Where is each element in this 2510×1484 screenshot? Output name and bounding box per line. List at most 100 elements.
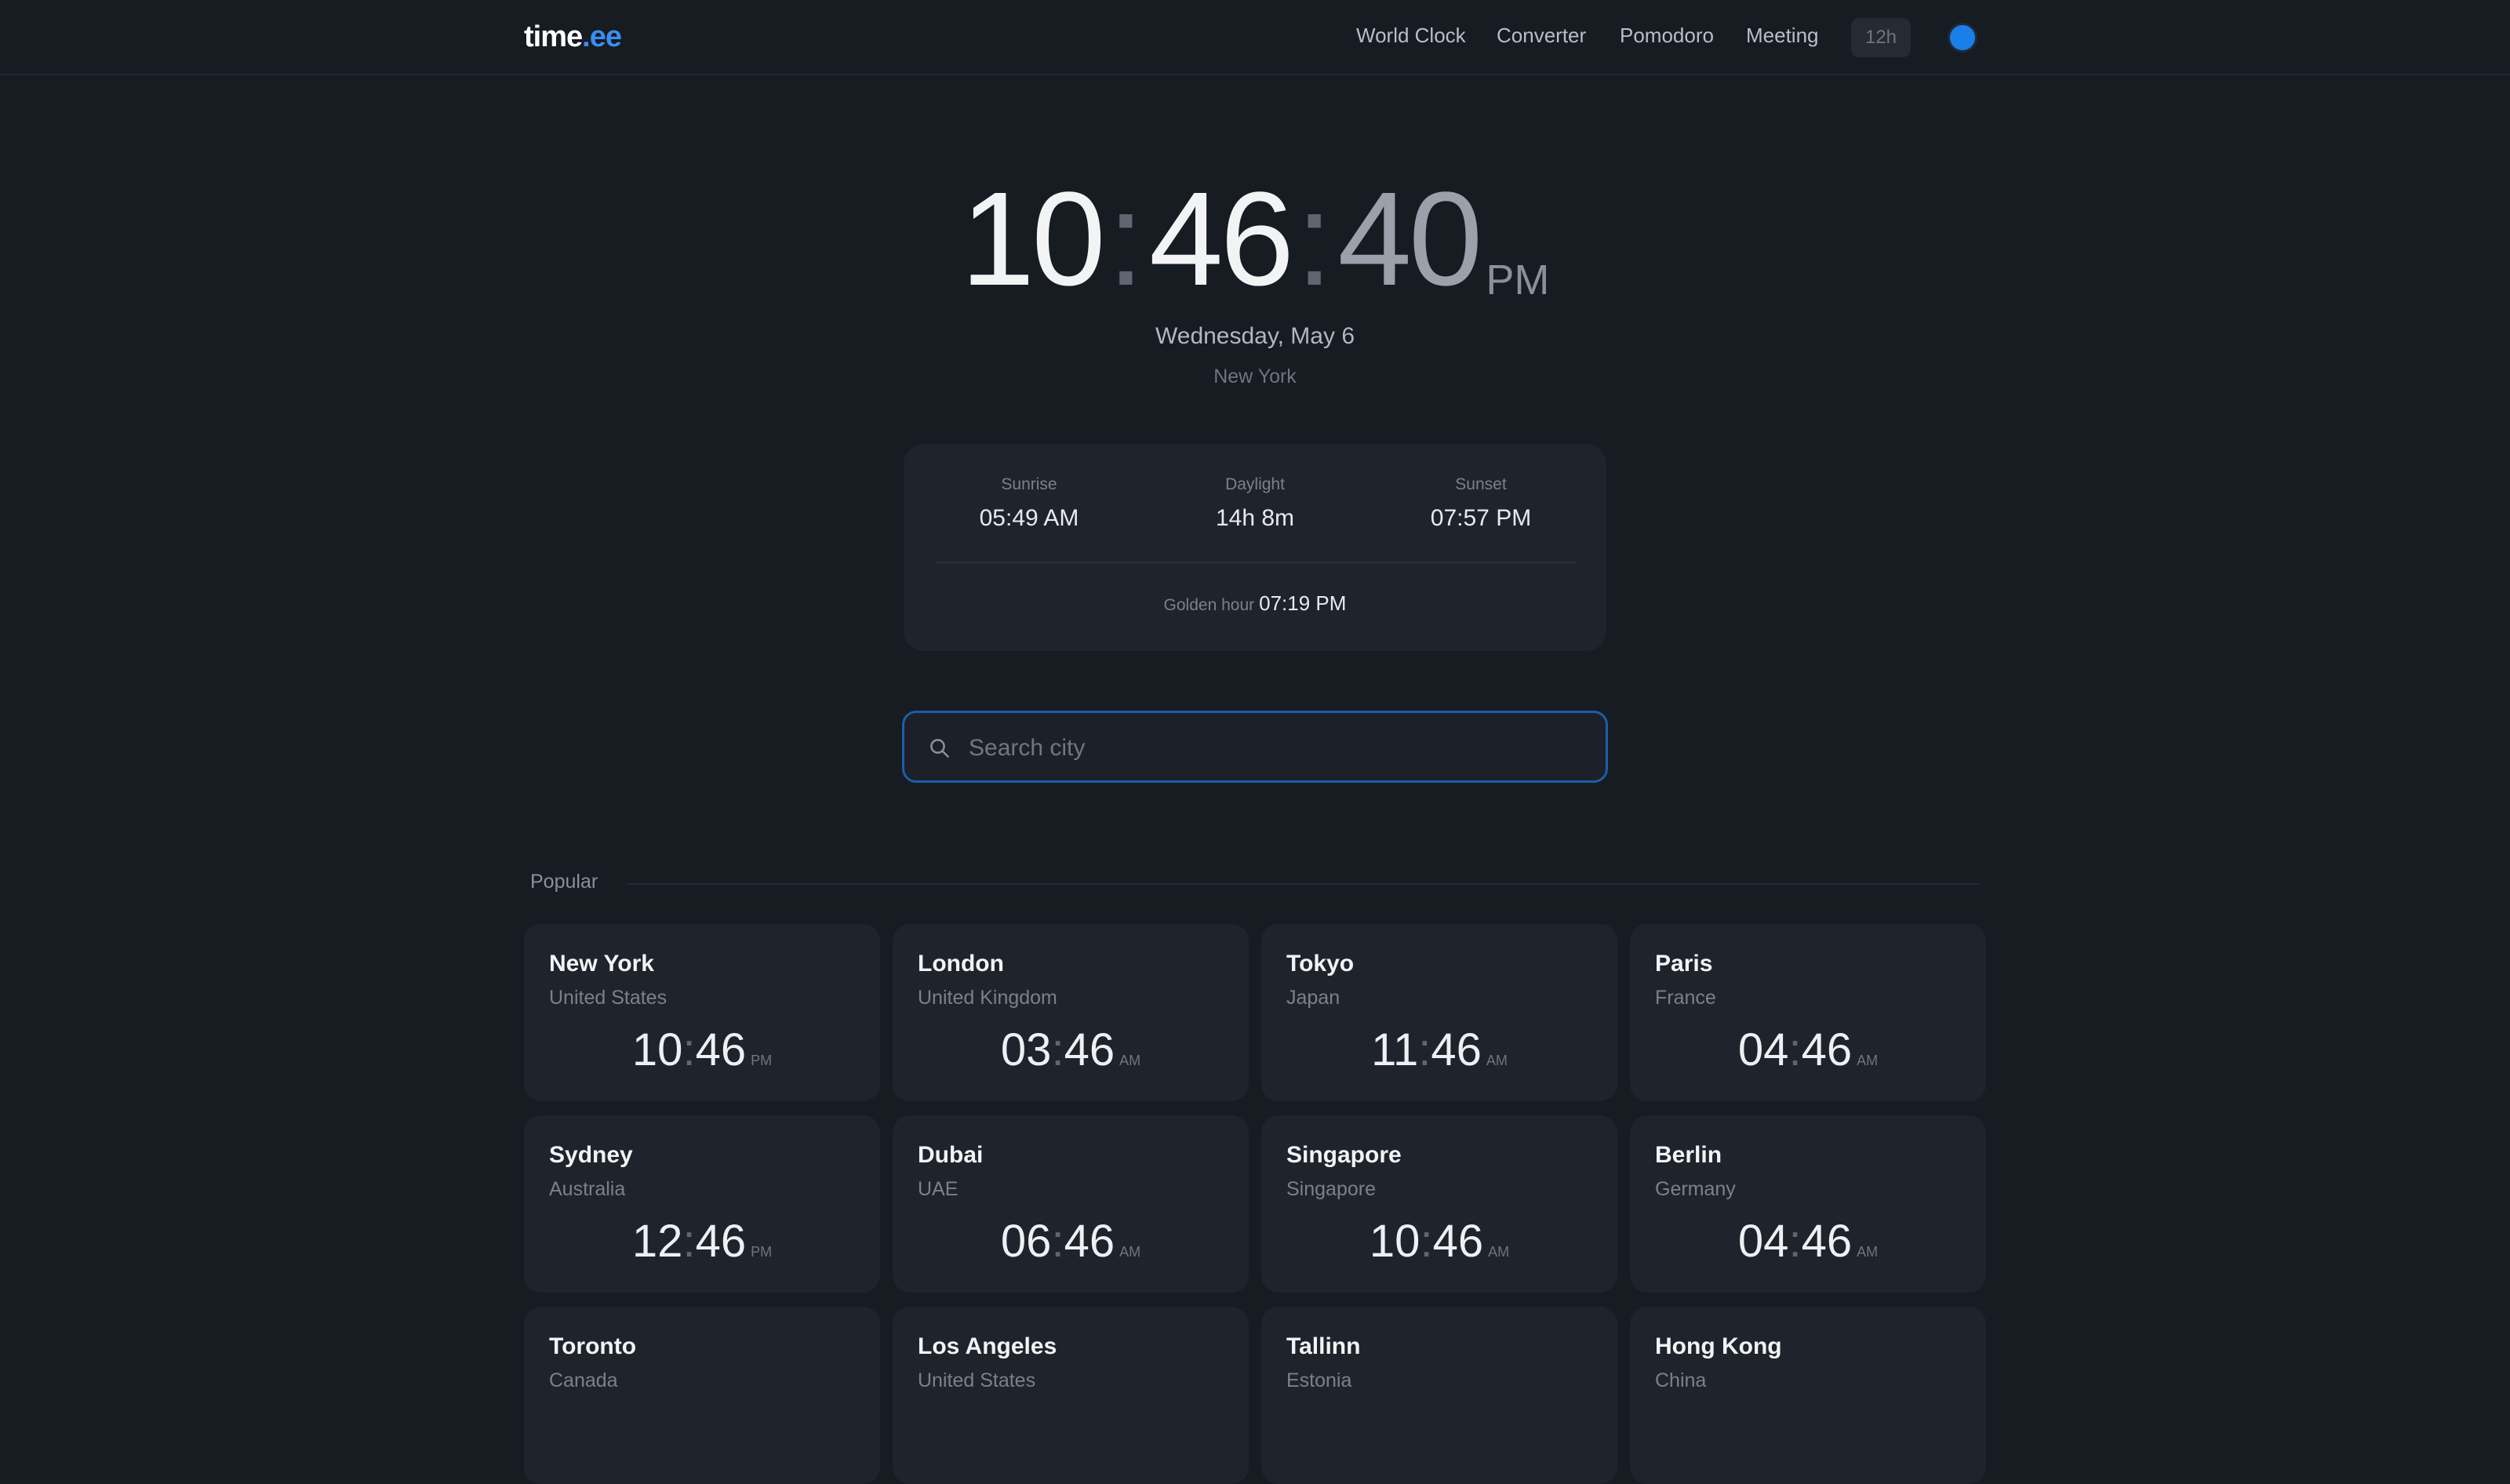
city-hours: 03 (1000, 1024, 1052, 1075)
city-card-sydney[interactable]: Sydney Australia 12:46 PM (524, 1115, 880, 1293)
section-divider (628, 883, 1980, 885)
city-time: 12:46 PM (524, 1219, 880, 1264)
city-card-paris[interactable]: Paris France 04:46 AM (1630, 924, 1986, 1101)
city-ampm: AM (1857, 1244, 1879, 1260)
city-card-singapore[interactable]: Singapore Singapore 10:46 AM (1261, 1115, 1617, 1293)
clock-hours: 10 (960, 165, 1106, 314)
city-country: China (1655, 1369, 1707, 1391)
sunset-block: Sunset 07:57 PM (1371, 475, 1591, 532)
city-ampm: AM (1857, 1053, 1879, 1068)
city-card-toronto[interactable]: Toronto Canada (524, 1307, 880, 1484)
city-minutes: 46 (1064, 1024, 1115, 1075)
city-card-berlin[interactable]: Berlin Germany 04:46 AM (1630, 1115, 1986, 1293)
city-minutes: 46 (695, 1024, 747, 1075)
time-colon: : (1051, 1024, 1064, 1075)
city-time: 10:46 PM (524, 1028, 880, 1073)
city-time: 03:46 AM (893, 1028, 1249, 1073)
city-time: 11:46 AM (1261, 1028, 1617, 1073)
city-hours: 04 (1737, 1024, 1789, 1075)
city-time: 04:46 AM (1630, 1028, 1986, 1073)
city-search[interactable] (902, 711, 1608, 783)
city-card-tallinn[interactable]: Tallinn Estonia (1261, 1307, 1617, 1484)
city-minutes: 46 (1064, 1216, 1115, 1267)
city-time: 06:46 AM (893, 1219, 1249, 1264)
time-colon: : (1051, 1216, 1064, 1267)
city-country: Singapore (1286, 1178, 1376, 1200)
city-minutes: 46 (1431, 1024, 1482, 1075)
search-input[interactable] (967, 727, 1582, 769)
sunset-label: Sunset (1455, 475, 1507, 493)
city-name: London (918, 951, 1004, 977)
daylight-label: Daylight (1225, 475, 1285, 493)
city-card-los-angeles[interactable]: Los Angeles United States (893, 1307, 1249, 1484)
nav-pomodoro[interactable]: Pomodoro (1620, 24, 1714, 48)
city-name: Paris (1655, 951, 1713, 977)
clock-colon: : (1296, 165, 1333, 314)
city-ampm: AM (1119, 1053, 1141, 1068)
city-hours: 04 (1737, 1216, 1789, 1267)
time-colon: : (1418, 1024, 1431, 1075)
divider (935, 562, 1575, 563)
time-colon: : (682, 1216, 696, 1267)
popular-cities-grid: New York United States 10:46 PM London Un… (524, 924, 1986, 1484)
city-name: Tokyo (1286, 951, 1355, 977)
city-country: Japan (1286, 987, 1340, 1009)
city-card-dubai[interactable]: Dubai UAE 06:46 AM (893, 1115, 1249, 1293)
city-time: 10:46 AM (1261, 1219, 1617, 1264)
sunset-value: 07:57 PM (1430, 505, 1532, 531)
city-hours: 10 (1369, 1216, 1421, 1267)
nav-converter[interactable]: Converter (1497, 24, 1586, 48)
city-country: Germany (1655, 1178, 1736, 1200)
city-hours: 10 (631, 1024, 683, 1075)
city-country: UAE (918, 1178, 959, 1200)
clock-colon: : (1107, 165, 1144, 314)
daylight-block: Daylight 14h 8m (1145, 475, 1365, 532)
top-bar: time.ee World Clock Converter Pomodoro M… (0, 0, 2510, 75)
clock-minutes: 46 (1148, 165, 1294, 314)
city-name: Tallinn (1286, 1333, 1361, 1359)
city-minutes: 46 (1801, 1024, 1853, 1075)
city-country: United Kingdom (918, 987, 1057, 1009)
logo-text: time (524, 20, 583, 53)
nav-meeting[interactable]: Meeting (1746, 24, 1819, 48)
popular-heading: Popular (530, 871, 598, 893)
city-card-tokyo[interactable]: Tokyo Japan 11:46 AM (1261, 924, 1617, 1101)
city-name: Toronto (549, 1333, 637, 1359)
city-country: France (1655, 987, 1716, 1009)
city-time: 04:46 AM (1630, 1219, 1986, 1264)
city-ampm: PM (751, 1053, 773, 1068)
clock-seconds: 40 (1337, 165, 1482, 314)
time-colon: : (1788, 1216, 1802, 1267)
golden-hour-value: 07:19 PM (1259, 591, 1347, 615)
daylight-value: 14h 8m (1215, 505, 1295, 531)
city-card-new-york[interactable]: New York United States 10:46 PM (524, 924, 880, 1101)
city-name: Hong Kong (1655, 1333, 1782, 1359)
city-minutes: 46 (695, 1216, 747, 1267)
city-name: Los Angeles (918, 1333, 1057, 1359)
city-name: Sydney (549, 1142, 633, 1168)
city-minutes: 46 (1432, 1216, 1484, 1267)
nav-world-clock[interactable]: World Clock (1356, 24, 1466, 48)
city-hours: 11 (1371, 1024, 1419, 1075)
golden-hour-label: Golden hour (1163, 596, 1255, 614)
city-name: Dubai (918, 1142, 984, 1168)
search-icon (930, 739, 949, 758)
golden-hour: Golden hour 07:19 PM (904, 591, 1606, 616)
sun-info-card: Sunrise 05:49 AM Daylight 14h 8m Sunset … (904, 444, 1606, 651)
city-name: New York (549, 951, 654, 977)
sunrise-value: 05:49 AM (979, 505, 1079, 531)
city-card-london[interactable]: London United Kingdom 03:46 AM (893, 924, 1249, 1101)
city-card-hong-kong[interactable]: Hong Kong China (1630, 1307, 1986, 1484)
city-country: United States (549, 987, 668, 1009)
city-hours: 06 (1000, 1216, 1052, 1267)
city-hours: 12 (631, 1216, 683, 1267)
city-name: Singapore (1286, 1142, 1402, 1168)
logo[interactable]: time.ee (524, 20, 622, 54)
time-format-toggle[interactable]: 12h (1851, 18, 1911, 57)
city-name: Berlin (1655, 1142, 1722, 1168)
city-ampm: AM (1119, 1244, 1141, 1260)
sunrise-label: Sunrise (1001, 475, 1057, 493)
time-colon: : (682, 1024, 696, 1075)
theme-toggle-icon[interactable] (1950, 25, 1975, 50)
city-country: United States (918, 1369, 1036, 1391)
